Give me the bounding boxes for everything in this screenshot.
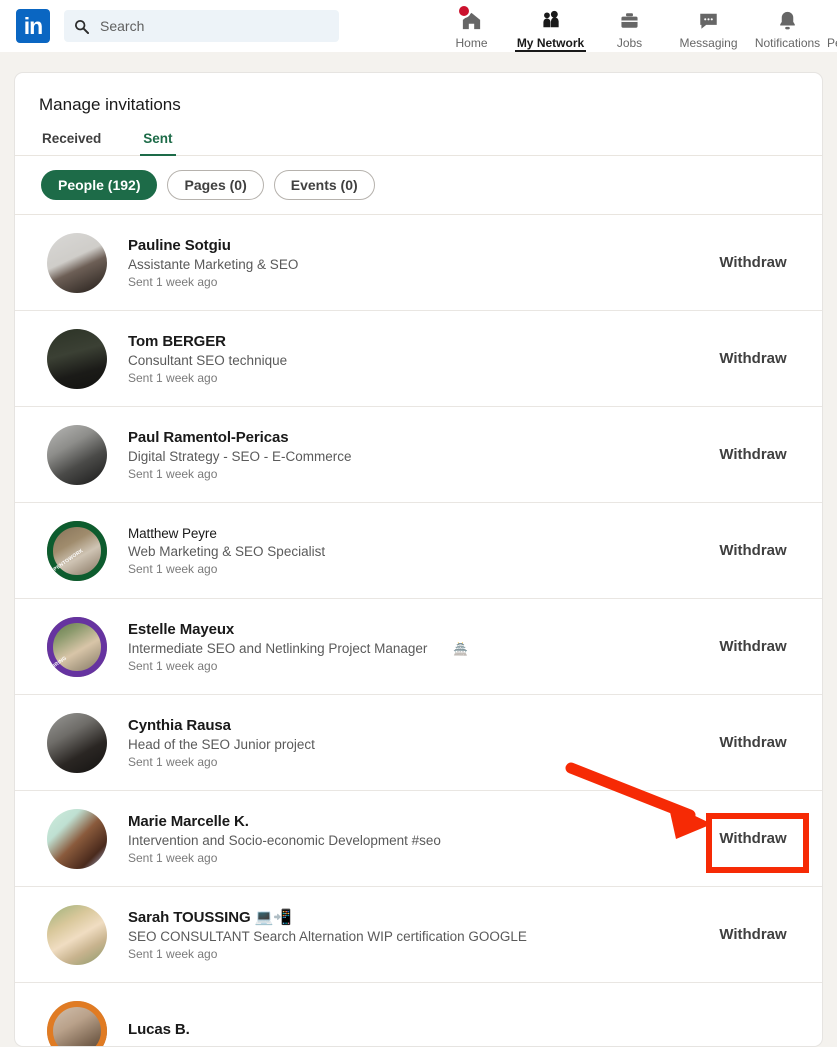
nav-item-my-network[interactable]: My Network bbox=[511, 0, 590, 52]
table-row[interactable]: #HIRING Estelle Mayeux Intermediate SEO … bbox=[15, 599, 822, 695]
linkedin-logo-icon[interactable]: in bbox=[16, 9, 50, 43]
invitee-headline: SEO CONSULTANT Search Alternation WIP ce… bbox=[128, 929, 698, 944]
invitee-name[interactable]: Marie Marcelle K. bbox=[128, 813, 698, 830]
global-navbar: in Search Home bbox=[0, 0, 837, 52]
nav-label-notifications: Notifications bbox=[755, 36, 820, 50]
invitee-headline: Head of the SEO Junior project bbox=[128, 737, 698, 752]
search-input[interactable]: Search bbox=[64, 10, 339, 42]
invitee-headline: Consultant SEO technique bbox=[128, 353, 698, 368]
nav-label-messaging: Messaging bbox=[679, 36, 737, 50]
invitee-name[interactable]: Tom BERGER bbox=[128, 333, 698, 350]
filter-pill-events[interactable]: Events (0) bbox=[274, 170, 375, 200]
invitation-list: Pauline Sotgiu Assistante Marketing & SE… bbox=[15, 215, 822, 1047]
invitation-sent-time: Sent 1 week ago bbox=[128, 371, 698, 385]
avatar[interactable] bbox=[47, 809, 107, 869]
withdraw-button[interactable]: Withdraw bbox=[698, 734, 808, 751]
invitee-headline: Web Marketing & SEO Specialist bbox=[128, 544, 698, 559]
table-row[interactable]: Paul Ramentol-Pericas Digital Strategy -… bbox=[15, 407, 822, 503]
invitee-name[interactable]: Matthew Peyre bbox=[128, 526, 698, 541]
jobs-briefcase-icon bbox=[618, 8, 641, 33]
invitee-name[interactable]: Pauline Sotgiu bbox=[128, 237, 698, 254]
filter-pill-pages[interactable]: Pages (0) bbox=[167, 170, 263, 200]
withdraw-button[interactable]: Withdraw bbox=[698, 446, 808, 463]
avatar[interactable] bbox=[47, 905, 107, 965]
table-row[interactable]: Sarah TOUSSING 💻📲 SEO CONSULTANT Search … bbox=[15, 887, 822, 983]
avatar[interactable] bbox=[47, 233, 107, 293]
nav-item-jobs[interactable]: Jobs bbox=[590, 0, 669, 52]
nav-item-profile[interactable]: Pe bbox=[827, 0, 837, 52]
table-row[interactable]: Lucas B. bbox=[15, 983, 822, 1047]
home-icon bbox=[460, 8, 483, 33]
page-title: Manage invitations bbox=[15, 73, 822, 115]
primary-nav: Home My Network Jobs bbox=[432, 0, 837, 52]
invitee-headline: Intermediate SEO and Netlinking Project … bbox=[128, 641, 698, 656]
invitee-headline: Digital Strategy - SEO - E-Commerce bbox=[128, 449, 698, 464]
nav-item-messaging[interactable]: Messaging bbox=[669, 0, 748, 52]
invitee-headline-text: Intermediate SEO and Netlinking Project … bbox=[128, 641, 427, 656]
avatar[interactable]: #OPENTOWORK bbox=[47, 521, 107, 581]
nav-label-my-network: My Network bbox=[517, 36, 584, 50]
withdraw-button[interactable]: Withdraw bbox=[698, 638, 808, 655]
invitee-name[interactable]: Lucas B. bbox=[128, 1021, 698, 1038]
table-row[interactable]: Cynthia Rausa Head of the SEO Junior pro… bbox=[15, 695, 822, 791]
messaging-icon bbox=[697, 8, 720, 33]
nav-item-home[interactable]: Home bbox=[432, 0, 511, 52]
search-icon bbox=[74, 19, 89, 34]
avatar[interactable]: #HIRING bbox=[47, 617, 107, 677]
avatar[interactable] bbox=[47, 713, 107, 773]
withdraw-button[interactable]: Withdraw bbox=[698, 926, 808, 943]
nav-item-notifications[interactable]: Notifications bbox=[748, 0, 827, 52]
linkedin-logo-text: in bbox=[24, 15, 42, 38]
table-row-highlighted[interactable]: Marie Marcelle K. Intervention and Socio… bbox=[15, 791, 822, 887]
invitation-sent-time: Sent 1 week ago bbox=[128, 947, 698, 961]
nav-label-jobs: Jobs bbox=[617, 36, 642, 50]
invitation-sent-time: Sent 1 week ago bbox=[128, 562, 698, 576]
table-row[interactable]: Pauline Sotgiu Assistante Marketing & SE… bbox=[15, 215, 822, 311]
tab-received[interactable]: Received bbox=[39, 131, 104, 155]
withdraw-button[interactable]: Withdraw bbox=[698, 350, 808, 367]
withdraw-button[interactable]: Withdraw bbox=[698, 542, 808, 559]
invitation-sent-time: Sent 1 week ago bbox=[128, 467, 698, 481]
headline-emoji-icon: 🏯 bbox=[453, 642, 468, 656]
invitee-headline: Assistante Marketing & SEO bbox=[128, 257, 698, 272]
table-row[interactable]: #OPENTOWORK Matthew Peyre Web Marketing … bbox=[15, 503, 822, 599]
withdraw-button[interactable]: Withdraw bbox=[698, 254, 808, 271]
avatar[interactable] bbox=[47, 425, 107, 485]
invitation-type-filters: People (192) Pages (0) Events (0) bbox=[15, 156, 822, 215]
search-placeholder: Search bbox=[100, 18, 144, 34]
nav-label-profile: Pe bbox=[827, 36, 837, 50]
invitation-sent-time: Sent 1 week ago bbox=[128, 851, 698, 865]
invitee-name[interactable]: Sarah TOUSSING 💻📲 bbox=[128, 908, 698, 926]
home-notification-badge bbox=[457, 4, 471, 18]
tab-sent[interactable]: Sent bbox=[140, 131, 175, 155]
invitee-headline: Intervention and Socio-economic Developm… bbox=[128, 833, 698, 848]
manage-invitations-card: Manage invitations Received Sent People … bbox=[14, 72, 823, 1047]
filter-pill-people[interactable]: People (192) bbox=[41, 170, 157, 200]
invitee-name[interactable]: Cynthia Rausa bbox=[128, 717, 698, 734]
invitation-sent-time: Sent 1 week ago bbox=[128, 659, 698, 673]
table-row[interactable]: Tom BERGER Consultant SEO technique Sent… bbox=[15, 311, 822, 407]
nav-label-home: Home bbox=[455, 36, 487, 50]
invitation-sent-time: Sent 1 week ago bbox=[128, 755, 698, 769]
avatar[interactable] bbox=[47, 329, 107, 389]
invitee-name[interactable]: Paul Ramentol-Pericas bbox=[128, 429, 698, 446]
annotation-highlight-box bbox=[706, 813, 809, 873]
invitation-subtabs: Received Sent bbox=[15, 131, 822, 156]
invitation-sent-time: Sent 1 week ago bbox=[128, 275, 698, 289]
my-network-icon bbox=[539, 8, 562, 33]
invitee-name[interactable]: Estelle Mayeux bbox=[128, 621, 698, 638]
notifications-bell-icon bbox=[776, 8, 799, 33]
